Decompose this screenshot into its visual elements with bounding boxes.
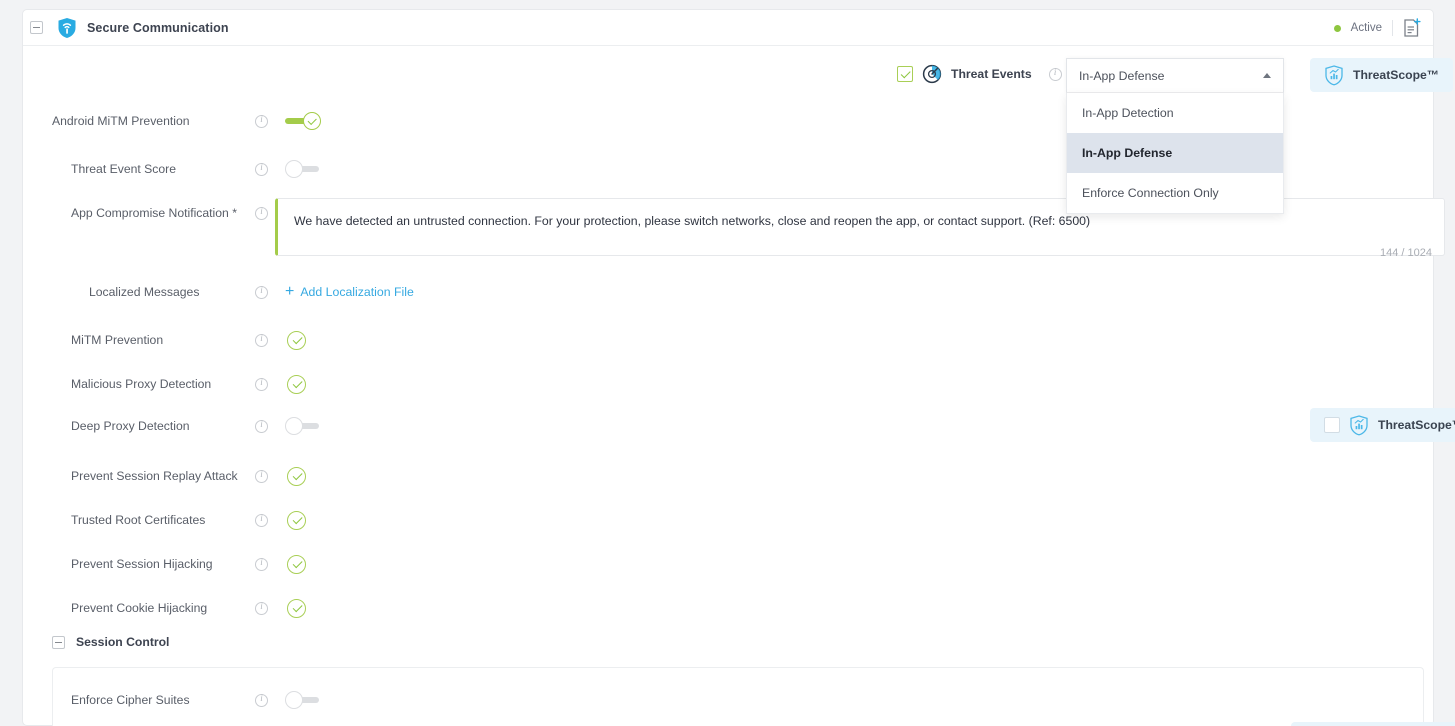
threatscope-label: ThreatScope™ [1378, 418, 1455, 432]
check-circle-prevent-session-replay-attack[interactable] [287, 467, 306, 486]
info-icon[interactable] [1049, 68, 1062, 81]
info-icon[interactable] [255, 694, 268, 707]
row-enforce-cipher-suites: Enforce Cipher Suites [23, 685, 1433, 715]
dropdown-selected-value: In-App Defense [1079, 69, 1263, 83]
character-counter: 144 / 1024 [1380, 247, 1432, 259]
row-label: App Compromise Notification [71, 206, 232, 220]
row-label: Prevent Session Hijacking [23, 557, 255, 571]
status-badge: Active [1351, 22, 1382, 34]
info-icon[interactable] [255, 163, 268, 176]
status-dot-icon [1334, 25, 1341, 32]
chevron-up-icon [1263, 73, 1271, 78]
row-label: Malicious Proxy Detection [23, 377, 255, 391]
toggle-deep-proxy-detection[interactable] [285, 415, 325, 437]
dropdown-option-enforce-connection-only[interactable]: Enforce Connection Only [1067, 173, 1283, 213]
toggle-enforce-cipher-suites[interactable] [285, 689, 325, 711]
section-session-control-header: Session Control [23, 635, 169, 649]
threat-radar-icon [922, 64, 942, 84]
threatscope-badge-enforce-tls-version[interactable]: ThreatScope™ [1291, 722, 1455, 726]
threat-event-action-dropdown: In-App Defense In-App Detection In-App D… [1066, 58, 1284, 214]
row-mitm-prevention: MiTM Prevention [23, 325, 1433, 355]
row-label: Trusted Root Certificates [23, 513, 255, 527]
threat-events-group: Threat Events [897, 64, 1062, 84]
plus-icon: + [285, 284, 294, 300]
info-icon[interactable] [255, 207, 268, 220]
row-label: Enforce Cipher Suites [23, 693, 255, 707]
info-icon[interactable] [255, 378, 268, 391]
info-icon[interactable] [255, 334, 268, 347]
app-root: Secure Communication Active [0, 0, 1455, 726]
row-trusted-root-certificates: Trusted Root Certificates [23, 505, 1433, 535]
dropdown-menu: In-App Detection In-App Defense Enforce … [1066, 93, 1284, 214]
threatscope-label: ThreatScope™ [1353, 68, 1439, 82]
info-icon[interactable] [255, 558, 268, 571]
check-circle-prevent-session-hijacking[interactable] [287, 555, 306, 574]
info-icon[interactable] [255, 470, 268, 483]
header-status-area: Active [1334, 10, 1421, 46]
check-circle-mitm-prevention[interactable] [287, 331, 306, 350]
dropdown-option-in-app-defense[interactable]: In-App Defense [1067, 133, 1283, 173]
section-title: Session Control [76, 635, 169, 649]
row-deep-proxy-detection: Deep Proxy Detection [23, 411, 1433, 441]
toggle-android-mitm-prevention[interactable] [285, 110, 325, 132]
row-label: Deep Proxy Detection [23, 419, 255, 433]
required-marker: * [232, 206, 237, 220]
check-circle-malicious-proxy-detection[interactable] [287, 375, 306, 394]
row-label: Prevent Session Replay Attack [23, 469, 255, 483]
check-circle-prevent-cookie-hijacking[interactable] [287, 599, 306, 618]
document-add-icon[interactable] [1403, 18, 1421, 38]
dropdown-control[interactable]: In-App Defense [1066, 58, 1284, 93]
page-title: Secure Communication [87, 21, 229, 35]
info-icon[interactable] [255, 602, 268, 615]
card-header: Secure Communication Active [23, 10, 1433, 46]
row-prevent-session-hijacking: Prevent Session Hijacking [23, 549, 1433, 579]
row-prevent-cookie-hijacking: Prevent Cookie Hijacking [23, 593, 1433, 623]
threatscope-checkbox[interactable] [1324, 417, 1340, 433]
info-icon[interactable] [255, 115, 268, 128]
row-label: Threat Event Score [23, 162, 255, 176]
collapse-section-icon[interactable] [30, 21, 43, 34]
row-localized-messages: Localized Messages + Add Localization Fi… [23, 277, 1433, 307]
threatscope-shield-icon [1349, 415, 1369, 436]
dropdown-option-in-app-detection[interactable]: In-App Detection [1067, 93, 1283, 133]
row-malicious-proxy-detection: Malicious Proxy Detection [23, 369, 1433, 399]
threat-events-checkbox[interactable] [897, 66, 913, 82]
threatscope-button-android-mitm[interactable]: ThreatScope™ [1310, 58, 1453, 92]
shield-wifi-icon [57, 17, 77, 39]
info-icon[interactable] [255, 420, 268, 433]
row-label: Prevent Cookie Hijacking [23, 601, 255, 615]
add-localization-file-label: Add Localization File [300, 285, 413, 299]
collapse-session-control-icon[interactable] [52, 636, 65, 649]
threatscope-shield-icon [1324, 65, 1344, 86]
row-label: MiTM Prevention [23, 333, 255, 347]
info-icon[interactable] [255, 514, 268, 527]
threatscope-badge-deep-proxy-detection[interactable]: ThreatScope™ [1310, 408, 1455, 442]
row-label: Localized Messages [23, 285, 255, 299]
check-circle-trusted-root-certificates[interactable] [287, 511, 306, 530]
header-divider [1392, 20, 1393, 36]
info-icon[interactable] [255, 286, 268, 299]
add-localization-file-link[interactable]: + Add Localization File [285, 284, 414, 300]
toggle-threat-event-score[interactable] [285, 158, 325, 180]
threat-events-label: Threat Events [951, 67, 1032, 81]
row-prevent-session-replay-attack: Prevent Session Replay Attack [23, 461, 1433, 491]
row-label: Android MiTM Prevention [23, 114, 255, 128]
